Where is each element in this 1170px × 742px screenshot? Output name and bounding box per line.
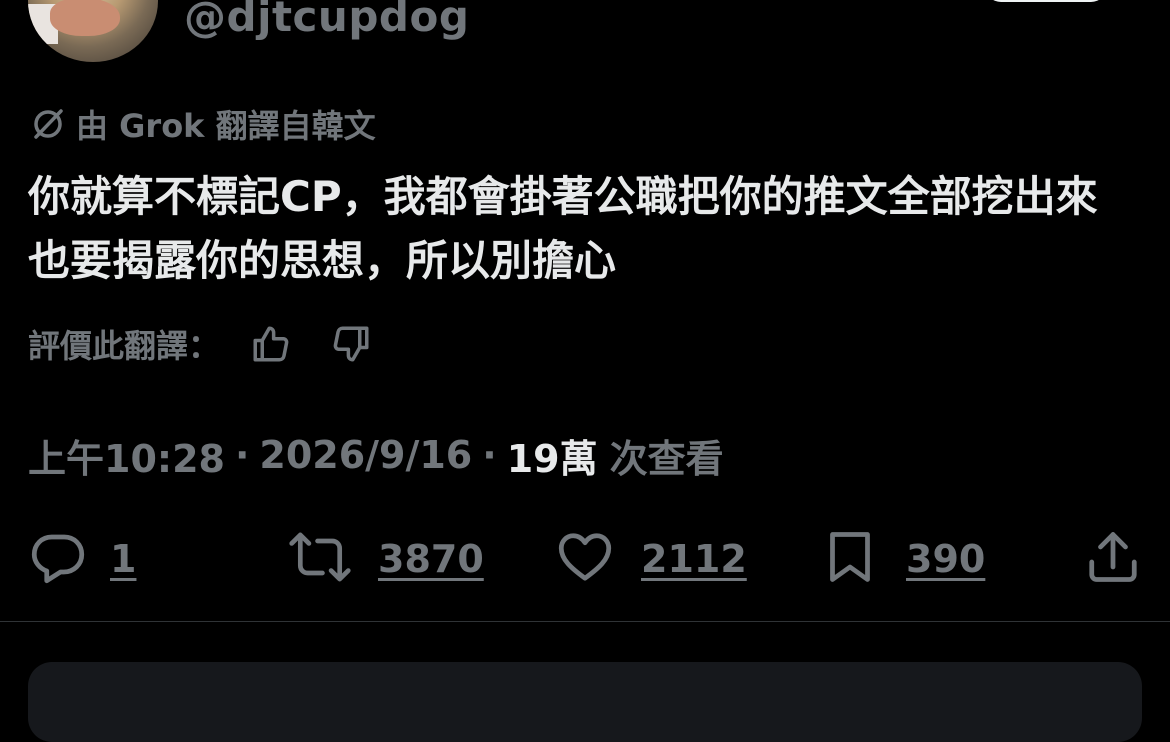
like-count: 2112	[641, 537, 747, 581]
reply-button[interactable]: 1	[28, 528, 136, 590]
heart-icon	[555, 527, 615, 591]
retweet-button[interactable]: 3870	[288, 528, 484, 590]
translation-note: 由 Grok 翻譯自韓文	[30, 103, 376, 145]
retweet-count: 3870	[378, 537, 484, 581]
user-handle[interactable]: @djtcupdog	[184, 0, 469, 41]
tweet-date[interactable]: 2026/9/16	[259, 433, 472, 477]
separator: ·	[482, 433, 497, 477]
translation-note-text: 由 Grok 翻譯自韓文	[76, 107, 376, 145]
follow-button[interactable]	[985, 0, 1107, 2]
grok-icon	[30, 106, 66, 142]
share-button[interactable]	[1080, 528, 1146, 590]
bookmark-icon	[820, 527, 880, 591]
rate-translation: 評價此翻譯：	[28, 322, 376, 366]
reply-icon	[28, 527, 88, 591]
tweet-time[interactable]: 上午10:28	[28, 428, 225, 483]
tweet-meta: 上午10:28 · 2026/9/16 · 19萬 次查看	[28, 428, 724, 482]
reply-composer-card[interactable]	[28, 662, 1142, 742]
tweet-text: 你就算不標記CP，我都會掛著公職把你的推文全部挖出來也要揭露你的思想，所以別擔心	[28, 172, 1098, 285]
bookmark-count: 390	[906, 537, 986, 581]
avatar-hand	[50, 0, 120, 36]
reply-count: 1	[110, 537, 137, 581]
divider	[0, 621, 1170, 622]
retweet-icon	[288, 527, 352, 591]
like-button[interactable]: 2112	[555, 528, 747, 590]
thumbs-up-icon[interactable]	[246, 322, 296, 366]
views-count[interactable]: 19萬	[507, 428, 598, 483]
rate-label: 評價此翻譯：	[28, 327, 221, 365]
avatar[interactable]	[28, 0, 158, 62]
views-label: 次查看	[609, 436, 724, 481]
thumbs-down-icon[interactable]	[326, 322, 376, 366]
separator: ·	[234, 433, 250, 477]
action-bar: 1 3870 2112 390	[0, 528, 1170, 590]
bookmark-button[interactable]: 390	[820, 528, 985, 590]
share-icon	[1080, 527, 1146, 591]
